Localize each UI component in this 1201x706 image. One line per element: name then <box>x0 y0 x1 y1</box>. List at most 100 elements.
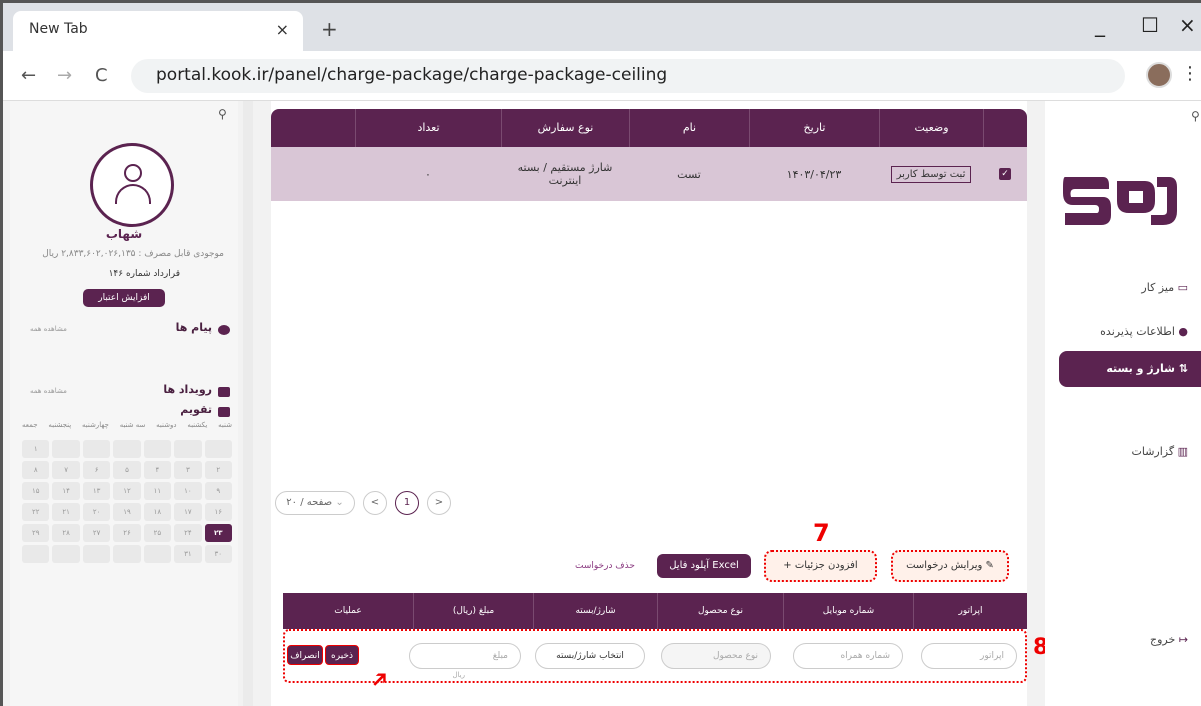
calendar-day <box>204 440 232 458</box>
bell-icon <box>218 387 230 397</box>
calendar-day[interactable]: ۱ <box>22 440 50 458</box>
new-tab-button[interactable]: + <box>321 17 338 41</box>
sidebar-item-label: گزارشات <box>1131 445 1175 458</box>
calendar-day <box>113 545 141 563</box>
calendar-day[interactable]: ۲ <box>204 461 232 479</box>
username: شهاب <box>105 227 143 241</box>
page-size-select[interactable]: ۲۰ / صفحه ⌄ <box>275 491 355 515</box>
weekday: سه شنبه <box>119 421 146 429</box>
events-see-all-link[interactable]: مشاهده همه <box>30 387 67 395</box>
messages-see-all-link[interactable]: مشاهده همه <box>30 325 67 333</box>
user-icon: ● <box>1178 325 1188 338</box>
product-type-select[interactable]: نوع محصول <box>661 643 771 669</box>
amount-input[interactable]: مبلغ <box>409 643 521 669</box>
calendar-day[interactable]: ۳ <box>174 461 202 479</box>
charge-package-select[interactable]: انتخاب شارژ/بسته <box>535 643 645 669</box>
table-row[interactable]: ✓ ثبت توسط کاربر ۱۴۰۳/۰۴/۲۳ تست شارژ مست… <box>271 147 1027 201</box>
sidebar-item-label: میز کار <box>1141 281 1175 294</box>
calendar-day[interactable]: ۱۳ <box>82 482 111 500</box>
calendar-day[interactable]: ۲۰ <box>82 503 111 521</box>
calendar-day[interactable]: ۱۴ <box>52 482 80 500</box>
reload-button[interactable]: C <box>95 65 108 86</box>
calendar-day[interactable]: ۲۵ <box>143 524 172 542</box>
pin-icon[interactable]: ⚲ <box>218 107 227 121</box>
calendar-day[interactable]: ۳۰ <box>204 545 232 563</box>
step-callout-7: 7 <box>813 519 830 547</box>
calendar-day[interactable]: ۲۴ <box>174 524 202 542</box>
calendar-day[interactable]: ۷ <box>52 461 80 479</box>
delete-request-link[interactable]: حذف درخواست <box>575 561 635 571</box>
calendar-day[interactable]: ۸ <box>22 461 50 479</box>
calendar-day[interactable]: ۲۶ <box>113 524 141 542</box>
maximize-button[interactable]: ☐ <box>1141 13 1159 37</box>
column-header <box>983 109 1027 147</box>
weekday: جمعه <box>22 421 38 429</box>
page-1-button[interactable]: 1 <box>395 491 419 515</box>
calendar-day[interactable]: ۲۳ <box>204 524 232 542</box>
calendar-day[interactable]: ۱۵ <box>22 482 50 500</box>
calendar-icon <box>218 407 230 417</box>
row-checkbox[interactable]: ✓ <box>999 168 1011 180</box>
user-avatar-icon <box>90 143 174 227</box>
profile-avatar[interactable] <box>1146 62 1172 88</box>
url-input[interactable]: portal.kook.ir/panel/charge-package/char… <box>131 59 1125 93</box>
calendar-day <box>143 545 172 563</box>
column-header: نوع سفارش <box>501 109 629 147</box>
sidebar-item-merchant-info[interactable]: ● اطلاعات پذیرنده <box>1100 325 1188 338</box>
calendar-day[interactable]: ۲۲ <box>22 503 50 521</box>
count-cell: ۰ <box>425 167 431 181</box>
minimize-button[interactable]: _ <box>1095 13 1105 37</box>
calendar-day[interactable]: ۵ <box>113 461 141 479</box>
calendar-day[interactable]: ۱۷ <box>174 503 202 521</box>
close-window-button[interactable]: × <box>1179 13 1196 37</box>
contract-link[interactable]: قرارداد شماره ۱۴۶ <box>109 269 180 279</box>
calendar-day[interactable]: ۱۹ <box>113 503 141 521</box>
back-button[interactable]: ← <box>21 65 36 86</box>
calendar-day[interactable]: ۲۷ <box>82 524 111 542</box>
date-cell: ۱۴۰۳/۰۴/۲۳ <box>786 167 842 181</box>
browser-menu-icon[interactable]: ⋮ <box>1181 63 1199 84</box>
mobile-input[interactable]: شماره همراه <box>793 643 903 669</box>
calendar-day[interactable]: ۱۸ <box>143 503 172 521</box>
increase-credit-button[interactable]: افزایش اعتبار <box>83 289 165 307</box>
requests-table-header: وضعیت تاریخ نام نوع سفارش تعداد <box>271 109 1027 147</box>
calendar-day <box>143 440 172 458</box>
column-header: تعداد <box>355 109 501 147</box>
weekday: شنبه <box>218 421 232 429</box>
upload-excel-button[interactable]: آپلود فایل Excel <box>657 554 751 578</box>
calendar-day[interactable]: ۱۲ <box>113 482 141 500</box>
calendar-day[interactable]: ۴ <box>143 461 172 479</box>
amount-unit: ریال <box>452 671 465 679</box>
save-button[interactable]: ذخیره <box>325 645 359 665</box>
prev-page-button[interactable]: < <box>363 491 387 515</box>
sidebar-item-dashboard[interactable]: ▭ میز کار <box>1141 281 1188 294</box>
calendar-day[interactable]: ۶ <box>82 461 111 479</box>
calendar-weekdays: شنبه یکشنبه دوشنبه سه شنبه چهارشنبه پنجش… <box>22 421 232 429</box>
next-page-button[interactable]: > <box>427 491 451 515</box>
detail-form-row: اپراتور شماره همراه نوع محصول انتخاب شار… <box>283 629 1027 683</box>
calendar-day[interactable]: ۳۱ <box>174 545 202 563</box>
cancel-button[interactable]: انصراف <box>287 645 323 665</box>
sidebar-item-charge-package[interactable]: ⇅ شارژ و بسته <box>1059 351 1201 387</box>
scroll-gutter <box>243 101 253 706</box>
column-header: شارژ/بسته <box>533 593 657 629</box>
browser-tab[interactable]: New Tab × <box>13 11 303 51</box>
calendar-day[interactable]: ۲۱ <box>52 503 80 521</box>
add-details-button[interactable]: + افزودن جزئیات <box>770 554 871 578</box>
forward-button[interactable]: → <box>57 65 72 86</box>
calendar-day[interactable]: ۲۸ <box>52 524 80 542</box>
calendar-day[interactable]: ۱۰ <box>174 482 202 500</box>
logout-button[interactable]: ↦ خروج <box>1150 633 1188 646</box>
operator-select[interactable]: اپراتور <box>921 643 1017 669</box>
pin-icon[interactable]: ⚲ <box>1191 109 1200 123</box>
calendar-day[interactable]: ۹ <box>204 482 232 500</box>
calendar-day <box>52 545 80 563</box>
calendar-day[interactable]: ۲۹ <box>22 524 50 542</box>
edit-request-button[interactable]: ویرایش درخواست ✎ <box>897 554 1003 578</box>
tab-close-icon[interactable]: × <box>276 20 289 39</box>
column-header: اپراتور <box>913 593 1027 629</box>
right-sidebar: ⚲ ▭ میز کار ● اطلاعات پذیرنده ⇅ شارژ و ب… <box>1045 101 1201 706</box>
calendar-day[interactable]: ۱۱ <box>143 482 172 500</box>
calendar-day[interactable]: ۱۶ <box>204 503 232 521</box>
sidebar-item-reports[interactable]: ▥ گزارشات <box>1131 445 1188 458</box>
